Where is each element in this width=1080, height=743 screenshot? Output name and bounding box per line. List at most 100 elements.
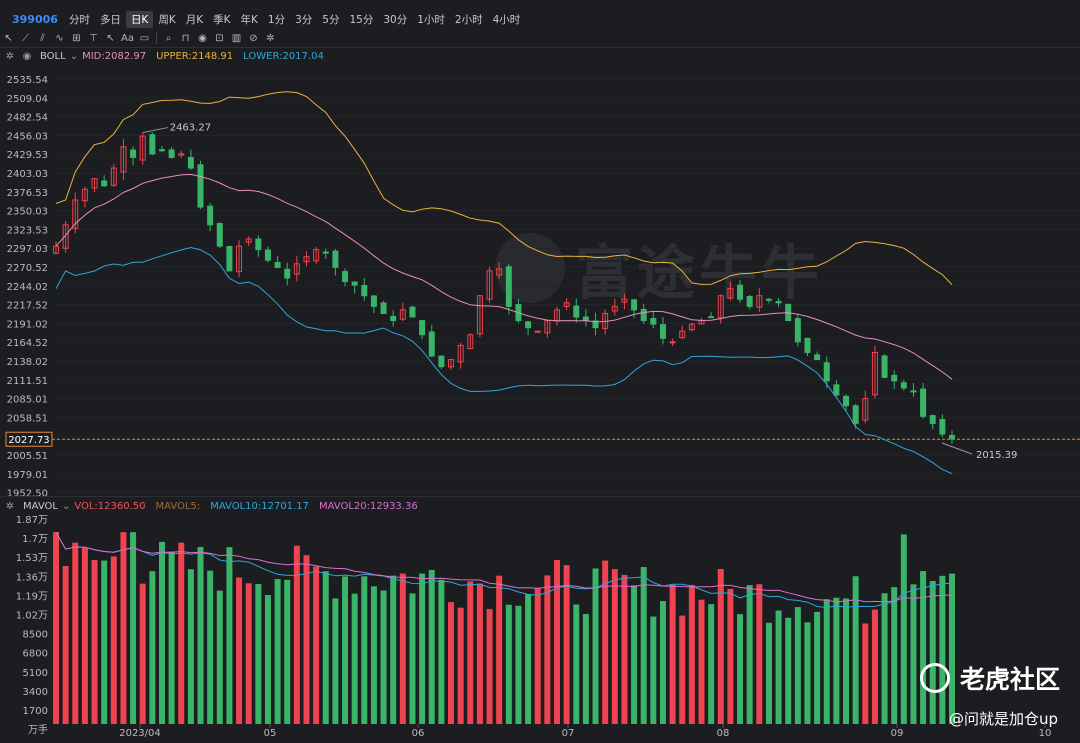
volume-bar (264, 595, 271, 724)
candle-body (573, 305, 580, 318)
volume-bar (871, 609, 878, 724)
volume-bar (110, 556, 117, 724)
volume-bar (139, 583, 146, 724)
high-marker-leader (142, 127, 168, 134)
candle-body (669, 341, 676, 344)
candle-body (322, 251, 329, 254)
candle-body (505, 266, 512, 307)
candle-body (419, 320, 426, 336)
price-tick-label: 2509.04 (7, 94, 48, 105)
candle-body (814, 354, 821, 361)
volume-bar (891, 587, 898, 724)
boll-mid-line (55, 173, 953, 380)
volume-bar (553, 559, 560, 724)
volume-bar (496, 575, 503, 724)
volume-bar (669, 584, 676, 724)
low-marker-leader (941, 442, 973, 455)
volume-bar (178, 542, 185, 724)
candle-body (891, 374, 898, 382)
volume-tick-label: 8500 (23, 630, 48, 641)
volume-bar (862, 623, 869, 724)
volume-bar (910, 584, 917, 724)
price-tick-label: 2482.54 (7, 113, 48, 124)
volume-bar (370, 586, 377, 724)
volume-bar (399, 573, 406, 724)
volume-bar (236, 577, 243, 724)
chart-canvas[interactable]: 2535.54 2509.04 2482.54 2456.03 2429.53 2403.… (0, 0, 1080, 743)
volume-bar (120, 532, 127, 724)
pane-separator (0, 496, 1080, 497)
price-tick-label: 2535.54 (7, 75, 48, 86)
candle-body (708, 316, 715, 319)
candle-body (843, 395, 850, 407)
volume-bar (592, 568, 599, 724)
volume-bar (746, 585, 753, 724)
volume-tick-label: 6800 (23, 649, 48, 660)
price-tick-label: 1979.01 (7, 470, 48, 481)
candle-body (525, 321, 532, 329)
candle-body (939, 419, 946, 435)
volume-tick-label: 1.02万 (16, 611, 48, 622)
chevron-down-icon[interactable]: ⌄ (62, 501, 70, 512)
volume-tick-label: 1.19万 (16, 591, 48, 602)
volume-bar (438, 579, 445, 724)
volume-bar (419, 573, 426, 724)
candle-body (264, 249, 271, 261)
vol-value: VOL:12360.50 (74, 500, 146, 512)
volume-bar (698, 599, 705, 724)
price-tick-label: 2270.52 (7, 263, 48, 274)
candle-body (207, 205, 214, 226)
candle-body (650, 317, 657, 325)
candle-body (149, 134, 156, 155)
price-tick-label: 2403.03 (7, 169, 48, 180)
candle-body (255, 238, 262, 251)
volume-bar (62, 566, 69, 724)
date-tick-label: 08 (717, 728, 730, 739)
price-tick-label: 1952.50 (7, 489, 48, 500)
volume-bar (823, 599, 830, 724)
candle-body (274, 262, 281, 268)
price-tick-label: 2456.03 (7, 131, 48, 142)
candle-body (130, 149, 137, 158)
volume-bar (476, 583, 483, 724)
price-tick-label: 2058.51 (7, 413, 48, 424)
price-tick-label: 2376.53 (7, 188, 48, 199)
volume-tick-label: 3400 (23, 687, 48, 698)
volume-bar (833, 597, 840, 724)
volume-bar (756, 584, 763, 724)
volume-bar (515, 605, 522, 724)
candle-body (197, 164, 204, 208)
candle-body (332, 250, 339, 268)
volume-bar (949, 573, 955, 724)
volume-bar (688, 584, 695, 724)
volume-bar (448, 602, 455, 724)
price-tick-label: 2005.51 (7, 451, 48, 462)
volume-bar (563, 565, 570, 724)
volume-bar (525, 594, 532, 724)
gear-icon[interactable]: ✲ (3, 499, 17, 513)
candle-body (631, 299, 638, 311)
volume-bar (197, 547, 204, 724)
volume-bar (785, 617, 792, 724)
volume-bar (303, 555, 310, 724)
candle-body (168, 149, 175, 158)
tiger-logo-icon (919, 663, 950, 693)
volume-bar (72, 542, 79, 724)
volume-bar (708, 604, 715, 724)
price-tick-label: 2085.01 (7, 395, 48, 406)
volume-bar (814, 611, 821, 724)
mavol-indicator-bar: ✲ MAVOL ⌄ VOL:12360.50 MAVOL5: MAVOL10:1… (0, 499, 418, 513)
volume-bar (81, 547, 88, 724)
volume-bar (804, 622, 811, 724)
volume-bar (226, 547, 233, 724)
price-tick-label: 2138.02 (7, 357, 48, 368)
volume-bar (775, 610, 782, 724)
low-marker-label: 2015.39 (976, 450, 1017, 461)
candle-body (187, 156, 194, 169)
volume-bar (881, 593, 888, 724)
candle-body (361, 284, 368, 297)
candle-body (101, 180, 108, 187)
volume-tick-label: 万手 (28, 723, 48, 736)
candle-body (737, 284, 744, 300)
mavol-name[interactable]: MAVOL (23, 501, 58, 512)
